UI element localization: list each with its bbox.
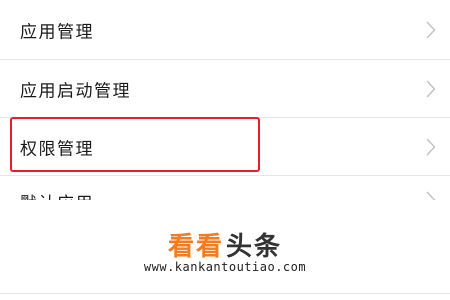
watermark-url: www.kankantoutiao.com: [143, 260, 307, 274]
watermark-logo-part2: 头条: [226, 232, 283, 262]
divider: [0, 293, 450, 294]
watermark-logo: 看看头条: [0, 226, 450, 263]
watermark-logo-part1: 看看: [167, 232, 224, 262]
chevron-right-icon: [426, 80, 436, 98]
chevron-right-icon: [426, 21, 436, 39]
list-item-app-management[interactable]: 应用管理: [0, 1, 450, 59]
chevron-right-icon: [426, 138, 436, 156]
watermark: 看看头条 www.kankantoutiao.com: [0, 200, 450, 300]
list-item-label: 应用管理: [20, 22, 94, 43]
list-item-app-launch-management[interactable]: 应用启动管理: [0, 60, 450, 118]
highlight-box: [10, 117, 260, 172]
settings-list: 应用管理 应用启动管理 权限管理 默认应用 看看头条 www.kankantou…: [0, 0, 450, 300]
list-item-label: 应用启动管理: [20, 81, 131, 102]
list-item-default-apps[interactable]: 默认应用: [0, 176, 450, 202]
